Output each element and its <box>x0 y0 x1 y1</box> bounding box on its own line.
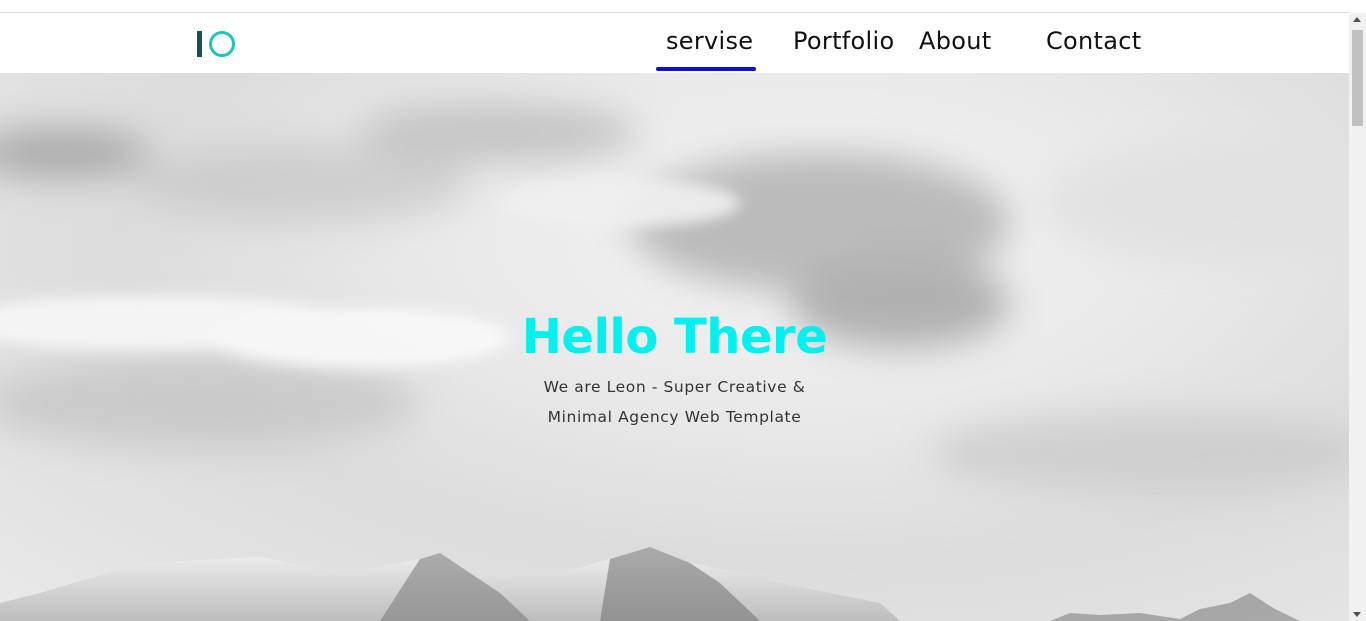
nav-item-servise[interactable]: servise <box>666 27 753 55</box>
hero-subtitle-line1: We are Leon - Super Creative & <box>543 378 806 396</box>
scroll-down-icon[interactable] <box>1353 612 1361 617</box>
logo[interactable] <box>195 30 239 58</box>
hero-subtitle-line2: Minimal Agency Web Template <box>547 408 802 426</box>
vertical-scrollbar[interactable] <box>1349 13 1366 621</box>
scroll-thumb[interactable] <box>1352 30 1363 126</box>
logo-bar-icon <box>197 31 202 57</box>
hero-section: Hello There We are Leon - Super Creative… <box>0 73 1349 621</box>
nav-item-about[interactable]: About <box>919 27 991 55</box>
nav-item-contact[interactable]: Contact <box>1046 27 1141 55</box>
nav-item-portfolio[interactable]: Portfolio <box>793 27 894 55</box>
scroll-up-icon[interactable] <box>1353 17 1361 22</box>
logo-ring-icon <box>209 31 235 57</box>
active-nav-indicator <box>656 67 756 71</box>
navbar: servise Portfolio About Contact <box>0 13 1349 73</box>
hero-title: Hello There <box>521 309 828 365</box>
